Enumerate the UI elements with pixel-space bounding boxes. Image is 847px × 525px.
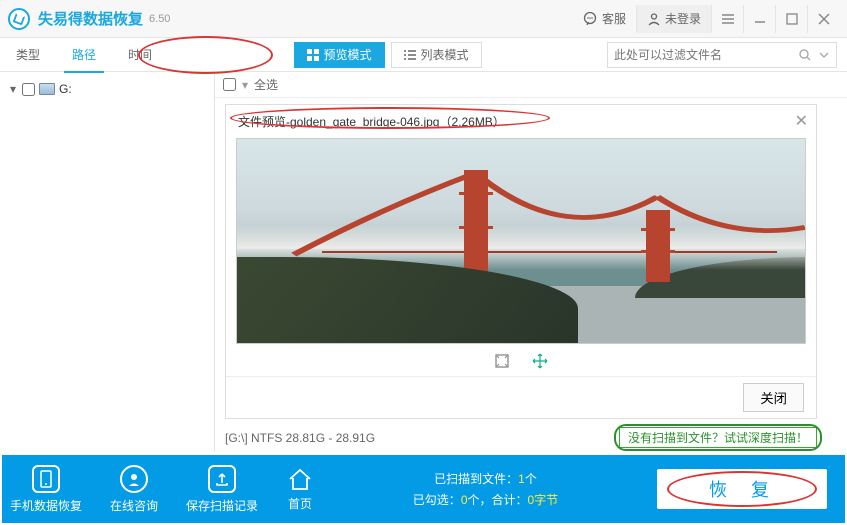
phone-recover-button[interactable]: 手机数据恢复 xyxy=(2,455,90,523)
user-icon xyxy=(647,12,661,26)
online-consult-button[interactable]: 在线咨询 xyxy=(90,455,178,523)
close-icon xyxy=(818,13,830,25)
fit-screen-button[interactable] xyxy=(494,353,510,369)
tab-type[interactable]: 类型 xyxy=(0,38,56,72)
scan-stats: 已扫描到文件：1个 已勾选：0个，合计：0字节 xyxy=(314,470,657,508)
phone-icon xyxy=(32,465,60,493)
preview-image xyxy=(236,138,806,344)
support-button[interactable]: 客服 xyxy=(572,5,636,33)
tree-collapse-icon[interactable]: ▾ xyxy=(8,82,18,96)
select-all-row: ▾ 全选 xyxy=(215,72,847,98)
search-input[interactable] xyxy=(614,48,798,62)
drive-icon xyxy=(39,83,55,95)
fit-icon xyxy=(494,353,510,369)
chat-icon xyxy=(582,11,598,27)
close-window-button[interactable] xyxy=(807,5,839,33)
title-bar: 失易得数据恢复 6.50 客服 未登录 xyxy=(0,0,847,38)
tab-path[interactable]: 路径 xyxy=(56,38,112,72)
deep-scan-link[interactable]: 没有扫描到文件？试试深度扫描！ xyxy=(619,427,817,448)
chevron-down-icon[interactable] xyxy=(818,49,830,61)
login-button[interactable]: 未登录 xyxy=(636,5,711,33)
preview-panel: 文件预览-golden_gate_bridge-046.jpg（2.26MB） … xyxy=(225,104,817,419)
maximize-button[interactable] xyxy=(775,5,807,33)
move-button[interactable] xyxy=(532,353,548,369)
search-box[interactable] xyxy=(607,42,837,68)
list-icon xyxy=(404,49,416,61)
select-all-label: 全选 xyxy=(254,76,278,93)
maximize-icon xyxy=(786,13,798,25)
sidebar: ▾ G: xyxy=(0,72,215,452)
menu-button[interactable] xyxy=(711,5,743,33)
support-label: 客服 xyxy=(602,10,626,27)
preview-mode-button[interactable]: 预览模式 xyxy=(294,42,385,68)
main-area: ▾ 全选 文件预览-golden_gate_bridge-046.jpg（2.2… xyxy=(215,72,847,452)
login-label: 未登录 xyxy=(665,10,701,27)
grid-icon xyxy=(307,49,319,61)
hamburger-icon xyxy=(721,12,735,26)
footer: 手机数据恢复 在线咨询 保存扫描记录 首页 已扫描到文件：1个 已勾选：0个，合… xyxy=(2,455,845,523)
list-mode-button[interactable]: 列表模式 xyxy=(391,42,482,68)
status-row: [G:\] NTFS 28.81G - 28.91G 没有扫描到文件？试试深度扫… xyxy=(215,421,847,452)
drive-label: G: xyxy=(59,82,72,96)
minimize-button[interactable] xyxy=(743,5,775,33)
save-scan-button[interactable]: 保存扫描记录 xyxy=(178,455,266,523)
drive-info: [G:\] NTFS 28.81G - 28.91G xyxy=(225,431,375,445)
move-icon xyxy=(532,353,548,369)
drive-checkbox[interactable] xyxy=(22,83,35,96)
preview-close-button[interactable]: 关闭 xyxy=(743,383,804,412)
app-title: 失易得数据恢复 xyxy=(38,8,143,29)
preview-close-x[interactable]: ✕ xyxy=(795,111,808,131)
search-icon xyxy=(798,48,812,62)
preview-title: 文件预览-golden_gate_bridge-046.jpg（2.26MB） xyxy=(238,113,505,130)
app-logo xyxy=(8,8,30,30)
tab-time[interactable]: 时间 xyxy=(112,38,168,72)
minimize-icon xyxy=(753,12,767,26)
home-icon xyxy=(286,467,314,491)
tree-drive-g[interactable]: ▾ G: xyxy=(8,78,206,100)
person-icon xyxy=(120,465,148,493)
home-button[interactable]: 首页 xyxy=(286,467,314,512)
recover-button[interactable]: 恢复 xyxy=(657,469,827,509)
body: ▾ G: ▾ 全选 文件预览-golden_gate_bridge-046.jp… xyxy=(0,72,847,452)
preview-toolbar xyxy=(226,346,816,376)
tabs-row: 类型 路径 时间 预览模式 列表模式 xyxy=(0,38,847,72)
app-version: 6.50 xyxy=(149,13,170,25)
select-all-checkbox[interactable] xyxy=(223,78,236,91)
export-icon xyxy=(208,465,236,493)
